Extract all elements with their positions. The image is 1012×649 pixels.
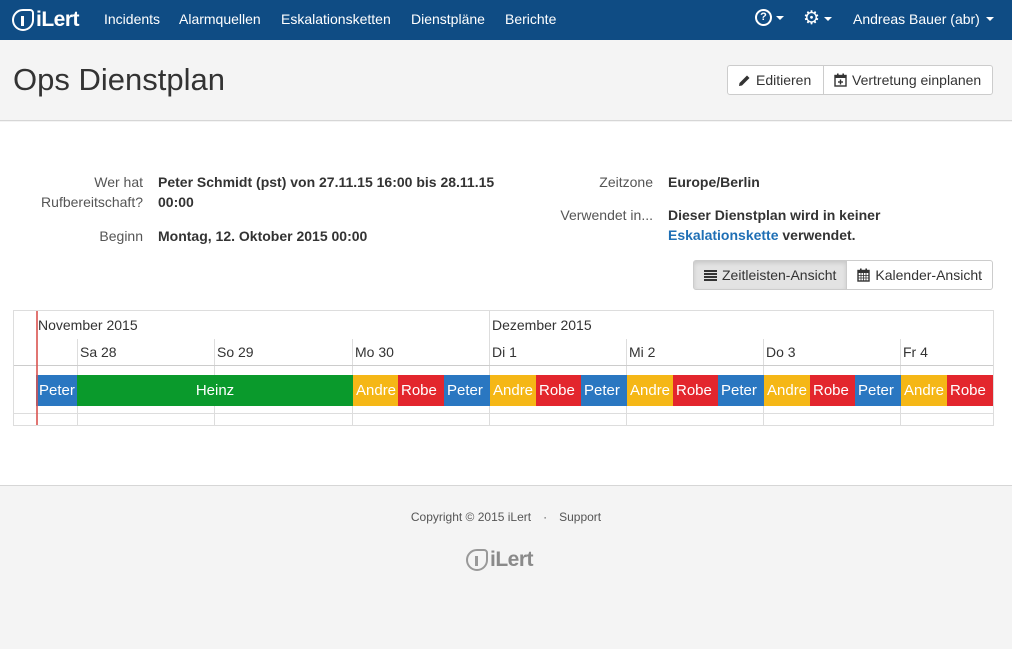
brand-name: iLert [36, 8, 80, 31]
footer-brand-name: iLert [490, 548, 534, 571]
shift-block[interactable]: Peter [36, 375, 77, 406]
caret-down-icon [776, 15, 784, 20]
shift-block[interactable]: Robe [810, 375, 855, 406]
schedule-timeline[interactable]: November 2015 Dezember 2015 Sa 28 So 29 … [13, 310, 994, 426]
brand-logo[interactable]: iLert [12, 7, 80, 33]
timeline-view-label: Zeitleisten-Ansicht [722, 267, 837, 283]
shift-block[interactable]: Andre [490, 375, 536, 406]
top-navbar: iLert Incidents Alarmquellen Eskalations… [0, 0, 1012, 40]
caret-down-icon [824, 17, 833, 21]
row-divider [14, 365, 993, 366]
nav-berichte[interactable]: Berichte [505, 11, 556, 27]
settings-menu[interactable]: ⚙ [803, 8, 833, 29]
footer-logo: iLert [466, 548, 534, 572]
user-name: Andreas Bauer (abr) [853, 11, 980, 27]
ilert-logo-icon [466, 549, 488, 571]
shift-block[interactable]: Robe [673, 375, 718, 406]
gear-icon: ⚙ [803, 8, 821, 29]
day-label: So 29 [217, 344, 254, 360]
start-value: Montag, 12. Oktober 2015 00:00 [158, 228, 368, 244]
list-icon [704, 269, 717, 281]
timezone-label: Zeitzone [599, 174, 653, 190]
question-circle-icon: ? [755, 9, 772, 26]
month-divider [489, 311, 490, 425]
page-title: Ops Dienstplan [13, 62, 225, 97]
nav-eskalationsketten[interactable]: Eskalationsketten [281, 11, 391, 27]
timeline-view-button[interactable]: Zeitleisten-Ansicht [693, 260, 848, 290]
footer: Copyright © 2015 iLert · Support [0, 510, 1012, 524]
footer-separator: · [543, 510, 548, 524]
schedule-override-label: Vertretung einplanen [852, 72, 982, 88]
start-label: Beginn [99, 228, 143, 244]
oncall-label: Wer hat Rufbereitschaft? [41, 174, 143, 210]
calendar-icon [857, 268, 871, 282]
user-menu[interactable]: Andreas Bauer (abr) [853, 11, 994, 27]
ilert-logo-icon [12, 9, 34, 31]
nav-dienstplaene[interactable]: Dienstpläne [411, 11, 485, 27]
help-menu[interactable]: ? [755, 9, 784, 26]
timezone-value: Europe/Berlin [668, 174, 760, 190]
row-divider [14, 413, 993, 414]
shift-block[interactable]: Robe [947, 375, 993, 406]
shift-block[interactable]: Heinz [77, 375, 353, 406]
shift-block[interactable]: Peter [855, 375, 901, 406]
support-link[interactable]: Support [559, 510, 601, 524]
nav-incidents[interactable]: Incidents [104, 11, 160, 27]
month-label: November 2015 [38, 317, 138, 333]
schedule-details: Wer hat Rufbereitschaft? Peter Schmidt (… [0, 122, 1012, 486]
shift-block[interactable]: Peter [444, 375, 490, 406]
shift-block[interactable]: Robe [398, 375, 444, 406]
edit-button-label: Editieren [756, 72, 812, 88]
current-time-marker [36, 311, 38, 425]
view-toggle: Zeitleisten-Ansicht Kalender-Ansicht [693, 260, 994, 290]
shift-block[interactable]: Andre [353, 375, 398, 406]
shift-block[interactable]: Andre [627, 375, 673, 406]
day-label: Do 3 [766, 344, 796, 360]
calendar-plus-icon [834, 73, 847, 87]
nav-alarmquellen[interactable]: Alarmquellen [179, 11, 261, 27]
page-header: Ops Dienstplan Editieren Vertretung einp… [0, 40, 1012, 121]
shift-block[interactable]: Andre [764, 375, 810, 406]
calendar-view-label: Kalender-Ansicht [875, 267, 983, 283]
shift-block[interactable]: Robe [536, 375, 581, 406]
copyright-text: Copyright © 2015 iLert [410, 510, 532, 524]
shift-block[interactable]: Peter [581, 375, 627, 406]
shift-block[interactable]: Peter [718, 375, 764, 406]
used-in-label: Verwendet in... [560, 207, 653, 223]
schedule-override-button[interactable]: Vertretung einplanen [823, 65, 993, 95]
edit-button[interactable]: Editieren [727, 65, 824, 95]
oncall-value: Peter Schmidt (pst) von 27.11.15 16:00 b… [158, 174, 495, 210]
pencil-icon [739, 75, 750, 86]
used-in-value: Dieser Dienstplan wird in keiner Eskalat… [668, 207, 881, 243]
day-label: Mo 30 [355, 344, 394, 360]
calendar-view-button[interactable]: Kalender-Ansicht [847, 260, 994, 290]
month-label: Dezember 2015 [492, 317, 592, 333]
shift-block[interactable]: Andre [901, 375, 947, 406]
escalation-chain-link[interactable]: Eskalationskette [668, 227, 779, 243]
day-label: Fr 4 [903, 344, 928, 360]
day-label: Sa 28 [80, 344, 117, 360]
day-label: Mi 2 [629, 344, 656, 360]
day-label: Di 1 [492, 344, 517, 360]
caret-down-icon [985, 17, 994, 21]
